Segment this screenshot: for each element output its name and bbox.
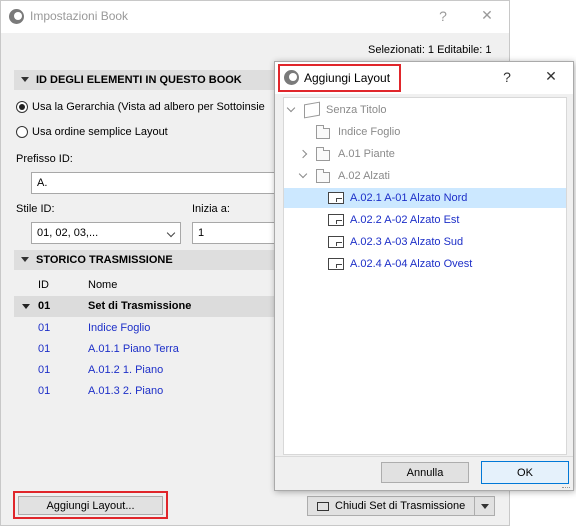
archicad-logo-icon: [284, 70, 299, 85]
tree-item-label: A.02.2 A-02 Alzato Est: [350, 214, 460, 226]
radio-simple-order[interactable]: [16, 126, 28, 138]
style-id-value: 01, 02, 03,...: [37, 227, 99, 239]
folder-icon: [316, 147, 330, 161]
cancel-button[interactable]: Annulla: [381, 462, 469, 483]
book-icon: [304, 101, 320, 119]
tree-item-label: A.01 Piante: [338, 148, 395, 160]
transmittal-icon: [317, 502, 329, 511]
tree-item-label: A.02.3 A-03 Alzato Sud: [350, 236, 464, 248]
style-id-select[interactable]: 01, 02, 03,...: [31, 222, 181, 244]
collapse-triangle-icon: [21, 257, 29, 262]
tree-item[interactable]: A.02.1 A-01 Alzato Nord: [284, 188, 566, 208]
tree-item[interactable]: A.02.3 A-03 Alzato Sud: [284, 232, 566, 252]
folder-icon: [316, 169, 330, 183]
dialog-title: Impostazioni Book: [30, 9, 129, 23]
set-name: Set di Trasmissione: [88, 300, 192, 312]
dropdown-arrow-icon[interactable]: [481, 504, 489, 509]
radio-simple-label: Usa ordine semplice Layout: [32, 126, 168, 138]
chevron-down-icon[interactable]: [286, 103, 296, 113]
tree-item-label: A.02.1 A-01 Alzato Nord: [350, 192, 468, 204]
close-set-label: Chiudi Set di Trasmissione: [335, 500, 466, 512]
prefix-input[interactable]: A.: [31, 172, 281, 194]
row-name: Indice Foglio: [88, 322, 151, 334]
tree-item[interactable]: Indice Foglio: [284, 122, 566, 142]
start-at-input[interactable]: 1: [192, 222, 282, 244]
col-id-header: ID: [38, 279, 49, 291]
tree-item-label: A.02 Alzati: [338, 170, 390, 182]
chevron-down-icon: [166, 228, 176, 238]
close-set-button[interactable]: Chiudi Set di Trasmissione: [307, 496, 495, 516]
start-at-label: Inizia a:: [192, 203, 230, 215]
row-name: A.01.1 Piano Terra: [88, 343, 179, 355]
row-name: A.01.3 2. Piano: [88, 385, 164, 397]
prefix-label: Prefisso ID:: [16, 153, 73, 165]
selection-status: Selezionati: 1 Editabile: 1: [368, 44, 492, 56]
ok-button[interactable]: OK: [481, 461, 569, 484]
radio-hierarchy-label: Usa la Gerarchia (Vista ad albero per So…: [32, 101, 265, 113]
layout-sheet-icon: [328, 192, 344, 204]
tree-item-label: A.02.4 A-04 Alzato Ovest: [350, 258, 473, 270]
tree-item[interactable]: A.01 Piante: [284, 144, 566, 164]
close-button[interactable]: ✕: [477, 7, 497, 24]
resize-grip-icon[interactable]: [562, 484, 570, 488]
split-divider: [474, 497, 475, 515]
add-layout-button[interactable]: Aggiungi Layout...: [18, 496, 163, 515]
row-id: 01: [38, 364, 51, 376]
expand-triangle-icon: [22, 304, 30, 309]
layout-sheet-icon: [328, 258, 344, 270]
row-id: 01: [38, 385, 51, 397]
chevron-down-icon[interactable]: [298, 169, 308, 179]
sub-dialog-title: Aggiungi Layout: [304, 71, 391, 85]
tree-item[interactable]: A.02.4 A-04 Alzato Ovest: [284, 254, 566, 274]
chevron-right-icon[interactable]: [298, 149, 308, 159]
sub-help-button[interactable]: ?: [497, 69, 517, 85]
row-id: 01: [38, 343, 51, 355]
tree-item[interactable]: Senza Titolo: [284, 100, 566, 120]
layout-sheet-icon: [328, 236, 344, 248]
collapse-triangle-icon: [21, 77, 29, 82]
section-history-title: STORICO TRASMISSIONE: [36, 254, 173, 266]
style-id-label: Stile ID:: [16, 203, 55, 215]
folder-icon: [316, 125, 330, 139]
set-id: 01: [38, 300, 51, 312]
row-name: A.01.2 1. Piano: [88, 364, 164, 376]
tree-item-label: Senza Titolo: [326, 104, 387, 116]
help-button[interactable]: ?: [433, 8, 453, 24]
tree-item[interactable]: A.02.2 A-02 Alzato Est: [284, 210, 566, 230]
archicad-logo-icon: [9, 9, 24, 24]
section-ids-title: ID DEGLI ELEMENTI IN QUESTO BOOK: [36, 74, 242, 86]
sub-close-button[interactable]: ✕: [541, 68, 561, 85]
radio-hierarchy[interactable]: [16, 101, 28, 113]
col-name-header: Nome: [88, 279, 118, 291]
layout-sheet-icon: [328, 214, 344, 226]
tree-item[interactable]: A.02 Alzati: [284, 166, 566, 186]
tree-item-label: Indice Foglio: [338, 126, 401, 138]
row-id: 01: [38, 322, 51, 334]
